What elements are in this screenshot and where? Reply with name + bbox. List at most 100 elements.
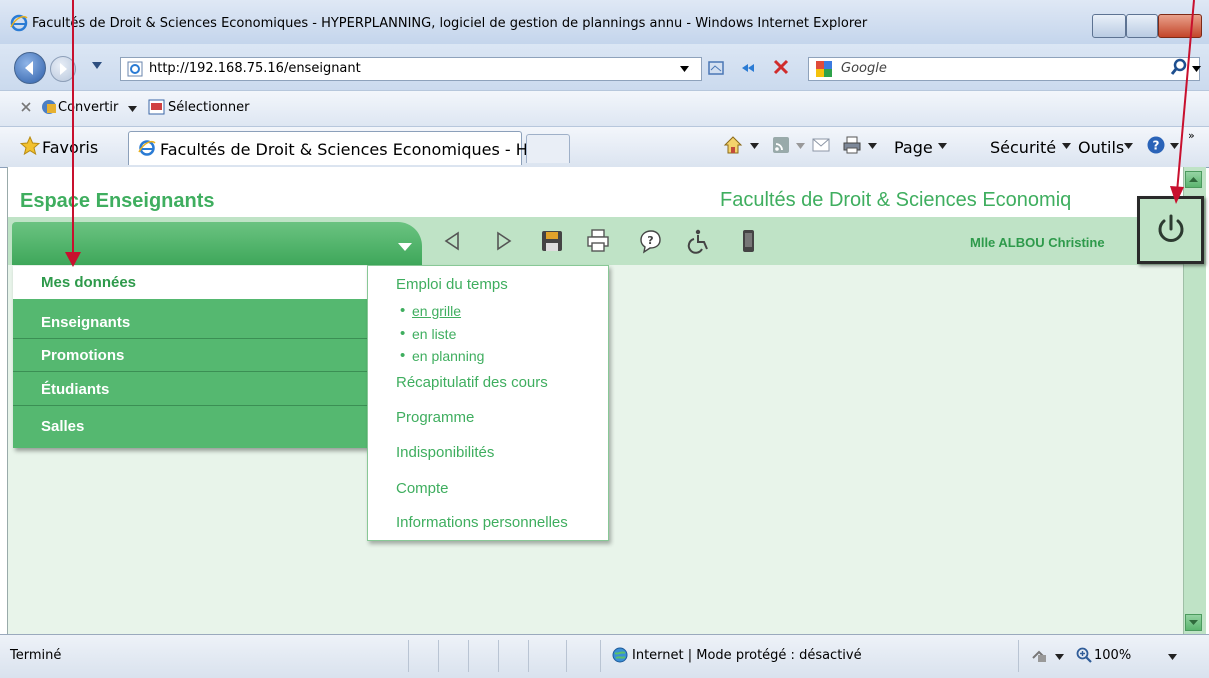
page-icon [127, 61, 143, 77]
menu-item-mes-donnees[interactable]: Mes données [13, 266, 371, 299]
submenu-en-planning[interactable]: en planning [400, 347, 484, 364]
url-prefix: http:// [149, 61, 189, 76]
history-dropdown-icon[interactable] [92, 62, 102, 70]
annotation-arrow-power [1170, 0, 1200, 210]
browser-tab-title: Facultés de Droit & Sciences Economiques… [160, 140, 560, 159]
home-icon[interactable] [722, 134, 744, 156]
ie-logo-icon [10, 14, 28, 32]
home-dropdown-icon[interactable] [750, 143, 759, 149]
security-dropdown-icon[interactable] [1062, 143, 1071, 149]
security-zone[interactable]: Internet | Mode protégé : désactivé [632, 648, 862, 663]
zoom-level[interactable]: 100% [1094, 648, 1131, 663]
back-icon[interactable] [14, 52, 46, 84]
status-separator [528, 640, 529, 672]
url-host: 192.168.75.16 [188, 61, 284, 76]
submenu-informations-personnelles[interactable]: Informations personnelles [396, 514, 568, 531]
convert-icon [40, 98, 58, 116]
user-name[interactable]: Mlle ALBOU Christine [970, 235, 1105, 250]
submenu-compte[interactable]: Compte [396, 480, 449, 497]
close-toolbar-icon[interactable] [20, 101, 32, 113]
scroll-down-button[interactable] [1185, 614, 1202, 631]
power-icon [1154, 212, 1188, 246]
menu-item-promotions[interactable]: Promotions [13, 339, 371, 372]
protected-mode-icon[interactable] [1030, 646, 1048, 664]
star-icon [20, 136, 40, 156]
status-separator [600, 640, 601, 672]
page-menu[interactable]: Page [894, 138, 933, 157]
submenu-panel: Emploi du temps en grille en liste en pl… [367, 265, 609, 541]
tools-menu[interactable]: Outils [1078, 138, 1124, 157]
institution-name: Facultés de Droit & Sciences Economiq [720, 189, 1072, 211]
zone-dropdown-icon[interactable] [1055, 654, 1064, 660]
compatibility-icon[interactable] [706, 58, 726, 78]
save-icon[interactable] [538, 227, 566, 255]
submenu-indisponibilites[interactable]: Indisponibilités [396, 444, 494, 461]
globe-icon [612, 647, 628, 663]
google-logo-icon [815, 60, 833, 78]
question-bubble-icon[interactable]: ? [636, 227, 664, 255]
url-path: /enseignant [283, 61, 361, 76]
submenu-recapitulatif[interactable]: Récapitulatif des cours [396, 374, 548, 391]
mail-icon[interactable] [812, 138, 830, 152]
print-icon[interactable] [842, 135, 862, 155]
accessibility-icon[interactable] [686, 227, 714, 255]
menu-item-enseignants[interactable]: Enseignants [13, 306, 371, 339]
select-button[interactable]: Sélectionner [168, 100, 250, 115]
dropdown-arrow-icon[interactable] [397, 242, 413, 252]
rss-dropdown-icon[interactable] [796, 143, 805, 149]
menu-item-salles[interactable]: Salles [13, 410, 371, 443]
search-placeholder: Google [841, 61, 887, 76]
zoom-icon[interactable] [1076, 647, 1092, 663]
status-separator [566, 640, 567, 672]
submenu-en-liste[interactable]: en liste [400, 325, 456, 342]
status-text: Terminé [10, 648, 62, 663]
printer-icon[interactable] [584, 227, 612, 255]
refresh-icon[interactable] [738, 58, 758, 78]
svg-text:?: ? [1153, 139, 1160, 153]
favorites-button[interactable]: Favoris [42, 138, 98, 157]
triangle-right-icon[interactable] [490, 227, 518, 255]
svg-text:?: ? [647, 234, 653, 247]
submenu-emploi-du-temps[interactable]: Emploi du temps [396, 276, 508, 293]
help-icon[interactable]: ? [1146, 135, 1166, 155]
menu-item-label: Enseignants [41, 314, 131, 331]
address-dropdown-icon[interactable] [680, 66, 689, 72]
mobile-icon[interactable] [734, 227, 762, 255]
tools-dropdown-icon[interactable] [1124, 143, 1133, 149]
convert-dropdown-icon[interactable] [128, 106, 137, 112]
status-separator [498, 640, 499, 672]
search-field[interactable]: Google [808, 57, 1200, 81]
status-separator [468, 640, 469, 672]
maximize-button[interactable] [1126, 14, 1158, 38]
print-dropdown-icon[interactable] [868, 143, 877, 149]
status-separator [408, 640, 409, 672]
status-separator [1018, 640, 1019, 672]
main-menu: Mes données Enseignants Promotions Étudi… [13, 266, 371, 448]
menu-item-etudiants[interactable]: Étudiants [13, 373, 371, 406]
menu-item-label: Étudiants [41, 381, 110, 398]
convert-button[interactable]: Convertir [58, 100, 118, 115]
security-menu[interactable]: Sécurité [990, 138, 1056, 157]
rss-icon[interactable] [772, 136, 790, 154]
menu-separator [13, 300, 371, 306]
new-tab-button[interactable] [526, 134, 570, 163]
submenu-programme[interactable]: Programme [396, 409, 474, 426]
menu-item-label: Salles [41, 418, 85, 435]
status-bar [0, 634, 1209, 678]
minimize-button[interactable] [1092, 14, 1126, 38]
select-icon [148, 98, 166, 116]
window-title: Facultés de Droit & Sciences Economiques… [32, 16, 868, 31]
status-separator [438, 640, 439, 672]
page-dropdown-icon[interactable] [938, 143, 947, 149]
annotation-arrow-menu [72, 0, 74, 255]
menu-item-label: Promotions [41, 347, 125, 364]
address-field[interactable]: http://192.168.75.16/enseignant [120, 57, 702, 81]
zoom-dropdown-icon[interactable] [1168, 654, 1177, 660]
triangle-left-icon[interactable] [438, 227, 466, 255]
annotation-arrowhead-menu [65, 252, 81, 268]
submenu-en-grille[interactable]: en grille [400, 302, 461, 319]
space-title: Espace Enseignants [20, 190, 215, 212]
menu-item-label: Mes données [41, 274, 137, 291]
stop-icon[interactable] [772, 58, 790, 76]
tab-ie-icon [138, 139, 156, 157]
